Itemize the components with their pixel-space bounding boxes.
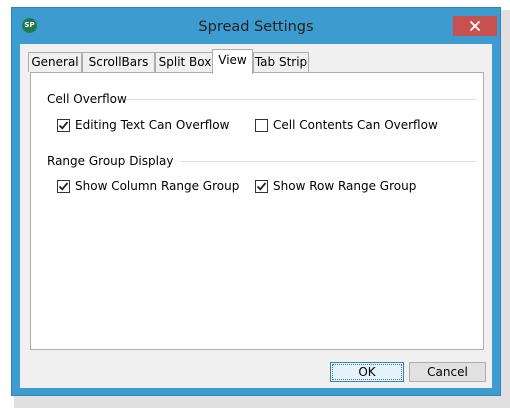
cell-contents-overflow-label[interactable]: Cell Contents Can Overflow [273,118,438,132]
group-divider [126,99,476,100]
cancel-button[interactable]: Cancel [409,362,486,382]
title-bar[interactable]: SP Spread Settings [12,8,500,42]
show-row-range-group-label[interactable]: Show Row Range Group [273,179,416,193]
checkmark-icon [58,121,69,130]
editing-text-overflow-label[interactable]: Editing Text Can Overflow [75,118,229,132]
window-title: Spread Settings [198,19,314,35]
checkmark-icon [58,182,69,191]
checkmark-icon [256,182,267,191]
show-column-range-group-checkbox[interactable] [57,180,70,193]
show-row-range-group-checkbox[interactable] [255,180,268,193]
tab-view[interactable]: View [212,49,253,74]
tab-split-box[interactable]: Split Box [155,52,215,72]
ok-button[interactable]: OK [330,362,404,382]
view-tab-panel: Cell Overflow Editing Text Can Overflow … [30,72,484,350]
cell-contents-overflow-checkbox[interactable] [255,119,268,132]
tab-general[interactable]: General [28,52,82,72]
dialog-body: General ScrollBars Split Box View Tab St… [20,44,492,388]
group-divider [181,161,476,162]
editing-text-overflow-checkbox[interactable] [57,119,70,132]
show-column-range-group-label[interactable]: Show Column Range Group [75,179,239,193]
cell-overflow-group-label: Cell Overflow [47,92,127,106]
range-group-display-label: Range Group Display [47,154,174,168]
close-button[interactable] [453,16,497,36]
close-icon [469,20,481,32]
tab-scrollbars[interactable]: ScrollBars [82,52,155,72]
dialog-window: SP Spread Settings General ScrollBars Sp… [11,7,501,396]
tab-tab-strip[interactable]: Tab Strip [253,52,309,72]
